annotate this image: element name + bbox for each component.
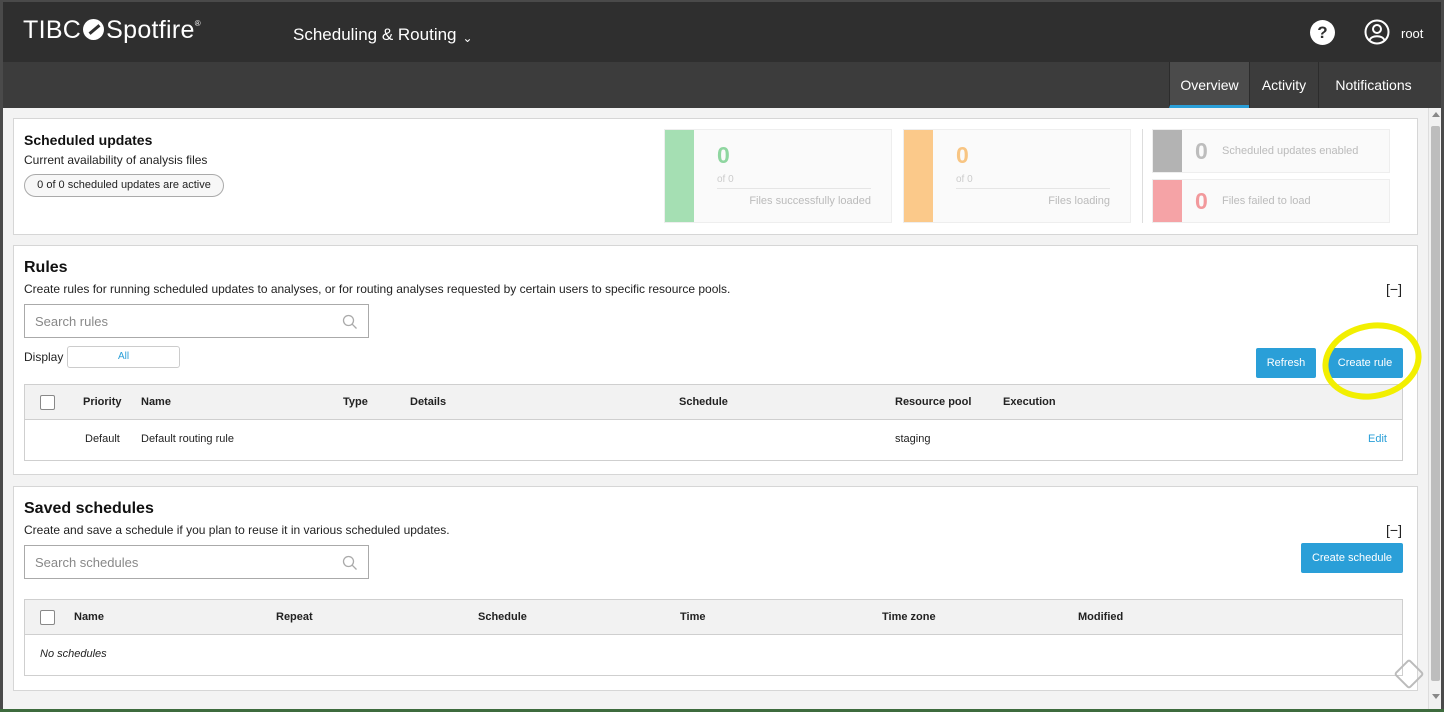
user-name[interactable]: root <box>1401 26 1423 41</box>
select-all-checkbox[interactable] <box>40 610 55 625</box>
column-header[interactable]: Repeat <box>276 611 313 623</box>
divider <box>717 188 871 189</box>
rules-panel: Rules Create rules for running scheduled… <box>13 245 1418 475</box>
panel-title: Saved schedules <box>24 500 154 517</box>
scroll-thumb[interactable] <box>1431 126 1440 681</box>
tab-activity[interactable]: Activity <box>1249 62 1318 108</box>
schedules-table: Name Repeat Schedule Time Time zone Modi… <box>24 599 1403 676</box>
column-header[interactable]: Time zone <box>882 611 936 623</box>
display-label: Display <box>24 350 64 364</box>
scroll-down-arrow-icon[interactable] <box>1432 694 1440 699</box>
column-header[interactable]: Priority <box>83 396 122 408</box>
panel-subtitle: Current availability of analysis files <box>24 153 208 167</box>
select-all-checkbox[interactable] <box>40 395 55 410</box>
panel-description: Create rules for running scheduled updat… <box>24 282 731 296</box>
cell-resource-pool: staging <box>895 433 931 445</box>
status-bar <box>1153 180 1182 222</box>
panel-title: Rules <box>24 259 68 276</box>
column-header[interactable]: Modified <box>1078 611 1123 623</box>
refresh-button[interactable]: Refresh <box>1256 348 1316 378</box>
collapse-toggle[interactable]: [−] <box>1386 281 1402 297</box>
rules-table: Priority Name Type Details Schedule Reso… <box>24 384 1403 461</box>
table-header: Name Repeat Schedule Time Time zone Modi… <box>25 600 1402 635</box>
stat-card-enabled: 0 Scheduled updates enabled <box>1152 129 1390 173</box>
app-switcher[interactable]: Scheduling & Routing ⌄ <box>293 25 473 45</box>
column-header[interactable]: Schedule <box>478 611 527 623</box>
divider <box>1142 129 1143 223</box>
cell-name: Default routing rule <box>141 433 234 445</box>
scroll-up-arrow-icon[interactable] <box>1432 112 1440 117</box>
tab-overview[interactable]: Overview <box>1169 62 1249 108</box>
status-bar <box>904 130 933 222</box>
stat-value: 0 <box>956 142 969 168</box>
collapse-toggle[interactable]: [−] <box>1386 522 1402 538</box>
column-header[interactable]: Execution <box>1003 396 1056 408</box>
stat-label: Files successfully loaded <box>749 195 871 207</box>
divider <box>956 188 1110 189</box>
search-rules-input[interactable] <box>25 305 335 337</box>
search-icon[interactable] <box>342 314 358 330</box>
status-bar <box>1153 130 1182 172</box>
display-filter-select[interactable]: All <box>67 346 180 368</box>
brand-right: Spotfire <box>106 16 195 44</box>
stat-card-failed: 0 Files failed to load <box>1152 179 1390 223</box>
status-bar <box>665 130 694 222</box>
search-rules-field[interactable] <box>24 304 369 338</box>
stat-value: 0 <box>717 142 730 168</box>
tibco-spotfire-logo[interactable]: TIBC Spotfire® <box>23 16 201 45</box>
empty-state-text: No schedules <box>40 648 107 660</box>
scheduled-updates-panel: Scheduled updates Current availability o… <box>13 118 1418 235</box>
stat-value: 0 <box>1195 188 1208 214</box>
column-header[interactable]: Name <box>74 611 104 623</box>
column-header[interactable]: Details <box>410 396 446 408</box>
user-avatar-icon[interactable] <box>1364 19 1390 45</box>
logo-mark-icon <box>83 19 105 40</box>
create-rule-button[interactable]: Create rule <box>1327 348 1403 378</box>
stat-of: of 0 <box>956 174 973 185</box>
panel-title: Scheduled updates <box>24 132 153 148</box>
create-schedule-button[interactable]: Create schedule <box>1301 543 1403 573</box>
tab-notifications[interactable]: Notifications <box>1318 62 1428 108</box>
column-header[interactable]: Type <box>343 396 368 408</box>
stat-label: Files failed to load <box>1222 195 1311 207</box>
edit-rule-link[interactable]: Edit <box>1368 433 1387 445</box>
chevron-down-icon: ⌄ <box>462 31 473 45</box>
active-updates-pill[interactable]: 0 of 0 scheduled updates are active <box>24 174 224 197</box>
stat-card-loaded: 0 of 0 Files successfully loaded <box>664 129 892 223</box>
panel-description: Create and save a schedule if you plan t… <box>24 523 450 537</box>
stat-of: of 0 <box>717 174 734 185</box>
app-title: Scheduling & Routing <box>293 25 457 44</box>
stat-card-loading: 0 of 0 Files loading <box>903 129 1131 223</box>
table-header: Priority Name Type Details Schedule Reso… <box>25 385 1402 420</box>
column-header[interactable]: Name <box>141 396 171 408</box>
search-icon[interactable] <box>342 555 358 571</box>
stat-label: Files loading <box>1048 195 1110 207</box>
search-schedules-field[interactable] <box>24 545 369 579</box>
stat-value: 0 <box>1195 138 1208 164</box>
column-header[interactable]: Time <box>680 611 705 623</box>
registered-mark: ® <box>194 19 201 28</box>
search-schedules-input[interactable] <box>25 546 335 578</box>
saved-schedules-panel: Saved schedules Create and save a schedu… <box>13 486 1418 691</box>
app-window: TIBC Spotfire® Scheduling & Routing ⌄ ? ro… <box>3 2 1441 709</box>
vertical-scrollbar[interactable] <box>1428 108 1441 709</box>
tab-bar: Overview Activity Notifications <box>3 62 1441 108</box>
help-icon[interactable]: ? <box>1310 20 1335 45</box>
top-bar: TIBC Spotfire® Scheduling & Routing ⌄ ? ro… <box>3 2 1441 62</box>
column-header[interactable]: Schedule <box>679 396 728 408</box>
brand-left: TIBC <box>23 16 82 44</box>
cell-priority: Default <box>85 433 120 445</box>
stat-label: Scheduled updates enabled <box>1222 145 1359 157</box>
column-header[interactable]: Resource pool <box>895 396 971 408</box>
